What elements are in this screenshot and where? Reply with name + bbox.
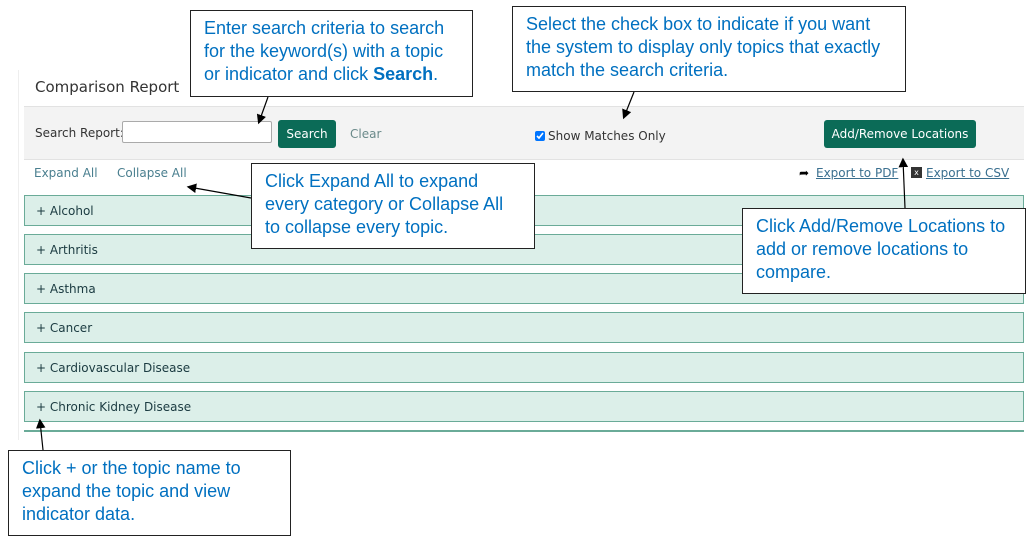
arrow-expand [186, 183, 252, 199]
arrow-matches [622, 91, 635, 120]
arrow-locations [898, 157, 909, 209]
arrow-search [256, 96, 269, 125]
arrow-topic [35, 418, 46, 451]
callout-arrows [35, 91, 909, 451]
